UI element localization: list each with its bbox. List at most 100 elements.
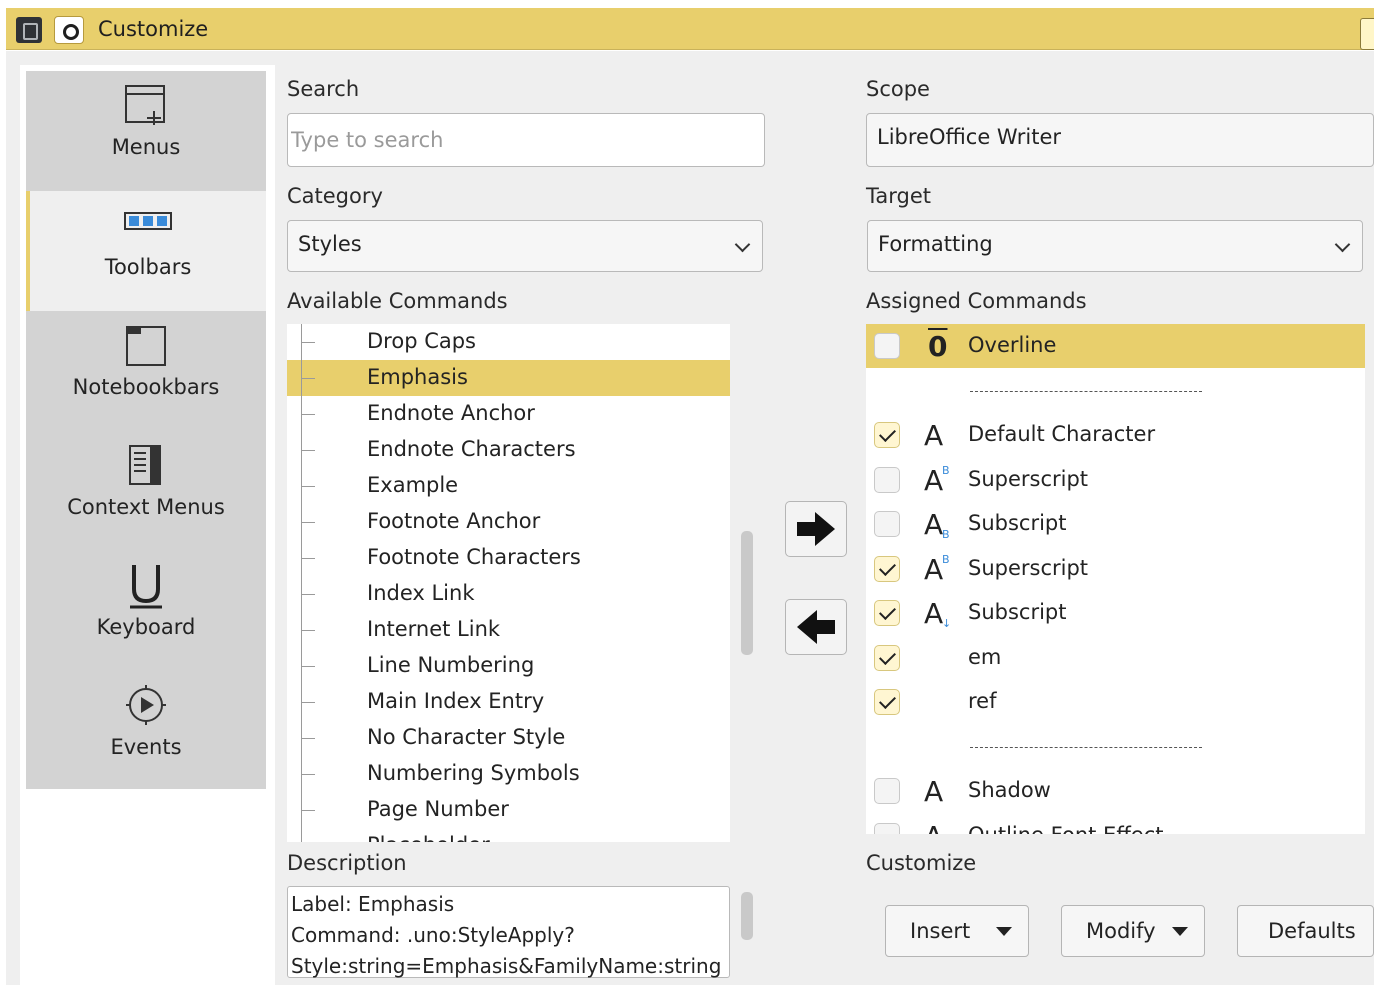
list-item-label: No Character Style: [367, 725, 566, 749]
tab-events[interactable]: Events: [26, 671, 266, 791]
item-checkbox[interactable]: [874, 778, 900, 804]
list-item[interactable]: A B Subscript: [866, 502, 1365, 546]
list-item-label: Page Number: [367, 797, 509, 821]
list-item[interactable]: Page Number: [287, 792, 730, 828]
search-field-box: [287, 113, 765, 167]
customize-dialog: Menus Toolbars Notebookbars Context Menu…: [6, 51, 1374, 985]
list-item[interactable]: Endnote Characters: [287, 432, 730, 468]
list-item[interactable]: Example: [287, 468, 730, 504]
separator-row[interactable]: [866, 725, 1365, 769]
list-item[interactable]: A Default Character: [866, 413, 1365, 457]
tree-branch-tick: [301, 666, 315, 667]
description-line: Command: .uno:StyleApply?: [291, 923, 575, 947]
description-scrollbar[interactable]: [741, 892, 753, 940]
tab-context-menus[interactable]: Context Menus: [26, 431, 266, 551]
item-checkbox[interactable]: [874, 333, 900, 359]
window-menu-icon[interactable]: [16, 17, 42, 43]
defaults-button[interactable]: Defaults: [1237, 905, 1374, 957]
chevron-down-icon: [734, 236, 751, 253]
item-checkbox[interactable]: [874, 511, 900, 537]
list-item-label: Outline Font Effect: [968, 823, 1163, 835]
list-item[interactable]: Index Link: [287, 576, 730, 612]
defaults-button-label: Defaults: [1268, 919, 1356, 943]
tab-notebookbars[interactable]: Notebookbars: [26, 311, 266, 431]
list-item[interactable]: A Outline Font Effect: [866, 814, 1365, 835]
tree-branch-tick: [301, 558, 315, 559]
list-item[interactable]: Placeholder: [287, 828, 730, 842]
available-commands-scrollbar[interactable]: [741, 531, 753, 655]
description-label: Description: [287, 851, 407, 875]
list-item[interactable]: Emphasis: [287, 360, 730, 396]
list-item[interactable]: Footnote Anchor: [287, 504, 730, 540]
tab-toolbars[interactable]: Toolbars: [26, 191, 266, 311]
list-item[interactable]: em: [866, 636, 1365, 680]
tree-branch-tick: [301, 774, 315, 775]
category-value: Styles: [298, 232, 362, 256]
list-item[interactable]: Endnote Anchor: [287, 396, 730, 432]
window-control-button[interactable]: [1360, 18, 1374, 50]
item-checkbox[interactable]: [874, 422, 900, 448]
separator-line: [970, 390, 1202, 392]
list-item-label: Endnote Anchor: [367, 401, 535, 425]
available-commands-label: Available Commands: [287, 289, 508, 313]
list-item[interactable]: No Character Style: [287, 720, 730, 756]
tree-branch-tick: [301, 342, 315, 343]
list-item-label: Subscript: [968, 600, 1067, 624]
outline-font-icon: A: [924, 820, 956, 835]
list-item[interactable]: Line Numbering: [287, 648, 730, 684]
item-checkbox[interactable]: [874, 689, 900, 715]
remove-command-button[interactable]: [785, 599, 847, 655]
insert-button[interactable]: Insert: [885, 905, 1029, 957]
list-item-label: Index Link: [367, 581, 475, 605]
list-item-label: Line Numbering: [367, 653, 535, 677]
list-item-label: Example: [367, 473, 459, 497]
list-item[interactable]: Drop Caps: [287, 324, 730, 360]
list-item[interactable]: Main Index Entry: [287, 684, 730, 720]
tab-menus[interactable]: Menus: [26, 71, 266, 191]
insert-button-label: Insert: [910, 919, 971, 943]
list-item[interactable]: A B Superscript: [866, 547, 1365, 591]
shadow-icon: A: [924, 775, 944, 808]
item-checkbox[interactable]: [874, 466, 900, 493]
list-item[interactable]: ref: [866, 680, 1365, 724]
available-commands-list[interactable]: Drop Caps Emphasis Endnote Anchor Endnote C…: [287, 324, 730, 842]
modify-button[interactable]: Modify: [1061, 905, 1205, 957]
list-item[interactable]: Internet Link: [287, 612, 730, 648]
assigned-commands-list[interactable]: 0 Overline A Default Character A B Superscript…: [866, 324, 1365, 834]
arrow-left-icon: [797, 610, 835, 644]
list-item[interactable]: A B Superscript: [866, 458, 1365, 502]
list-item[interactable]: Footnote Characters: [287, 540, 730, 576]
search-input[interactable]: [288, 114, 764, 166]
scope-select[interactable]: LibreOffice Writer: [866, 113, 1374, 167]
list-item[interactable]: 0 Overline: [866, 324, 1365, 368]
list-item[interactable]: Numbering Symbols: [287, 756, 730, 792]
subscript-arrow-icon: A ↓: [924, 597, 952, 630]
list-item-label: Numbering Symbols: [367, 761, 580, 785]
item-checkbox[interactable]: [874, 600, 900, 626]
list-item-label: Placeholder: [367, 833, 490, 842]
dropdown-arrow-icon: [1172, 927, 1188, 936]
add-command-button[interactable]: [785, 501, 847, 557]
list-item[interactable]: A ↓ Subscript: [866, 591, 1365, 635]
category-select[interactable]: Styles: [287, 220, 763, 272]
overline-icon: 0: [928, 330, 948, 363]
tab-toolbars-label: Toolbars: [104, 255, 192, 279]
list-item-label: Drop Caps: [367, 329, 476, 353]
list-item[interactable]: A Shadow: [866, 769, 1365, 813]
tree-branch-tick: [301, 414, 315, 415]
item-checkbox[interactable]: [874, 555, 900, 582]
tab-keyboard[interactable]: Keyboard: [26, 551, 266, 671]
toolbars-icon: [124, 212, 172, 230]
target-select[interactable]: Formatting: [867, 220, 1363, 272]
superscript-icon: AB: [924, 463, 950, 497]
tree-branch-tick: [301, 738, 315, 739]
separator-line: [970, 746, 1202, 748]
item-checkbox[interactable]: [874, 644, 900, 671]
context-menus-icon: [129, 445, 161, 485]
dropdown-arrow-icon: [996, 927, 1012, 936]
tree-branch-tick: [301, 522, 315, 523]
search-label: Search: [287, 77, 360, 101]
item-checkbox[interactable]: [874, 822, 900, 834]
keyboard-icon: [130, 565, 162, 609]
separator-row[interactable]: [866, 369, 1365, 413]
